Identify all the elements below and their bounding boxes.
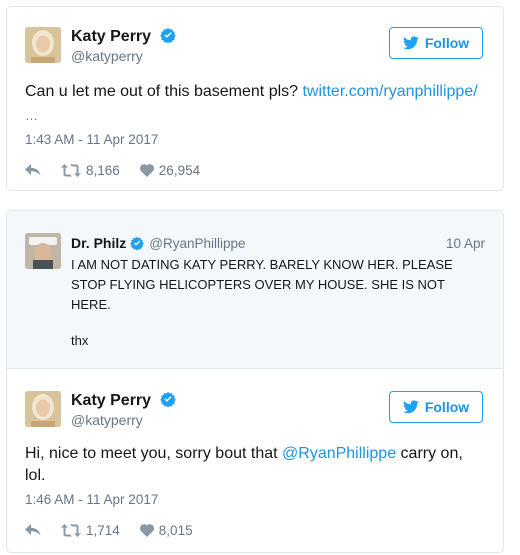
reply-icon: [25, 524, 41, 536]
reply-button[interactable]: [25, 524, 41, 536]
avatar-image: [25, 27, 61, 63]
twitter-bird-icon: [402, 36, 419, 50]
user-info: Katy Perry @katyperry: [71, 27, 176, 64]
tweet-header: Katy Perry @katyperry Follow: [25, 389, 485, 429]
quoted-display-name[interactable]: Dr. Philz: [71, 235, 126, 251]
tweet-header: Katy Perry @katyperry Follow: [25, 25, 485, 65]
verified-badge-icon: [159, 28, 176, 43]
tweet-text-body: Can u let me out of this basement pls?: [25, 83, 303, 100]
follow-button[interactable]: Follow: [389, 391, 483, 423]
quoted-signoff: thx: [71, 333, 89, 348]
display-name[interactable]: Katy Perry: [71, 28, 151, 45]
like-button[interactable]: 26,954: [139, 162, 201, 178]
mention-link[interactable]: @RyanPhillippe: [282, 445, 396, 462]
avatar-image: [25, 391, 61, 427]
tweet-actions: 1,714 8,015: [25, 520, 213, 540]
tweet-actions: 8,166 26,954: [25, 160, 220, 180]
user-info: Katy Perry @katyperry: [71, 391, 176, 428]
tweet-text: Can u let me out of this basement pls? t…: [25, 81, 487, 103]
verified-badge-icon: [159, 392, 176, 407]
tweet-text-body: Hi, nice to meet you, sorry bout that: [25, 445, 283, 462]
retweet-button[interactable]: 8,166: [61, 163, 120, 178]
quoted-user-info: Dr. Philz @RyanPhillippe: [71, 235, 246, 251]
avatar[interactable]: [25, 27, 61, 63]
like-count: 8,015: [158, 522, 193, 538]
twitter-bird-icon: [402, 400, 419, 414]
retweet-icon: [61, 163, 81, 177]
user-handle[interactable]: @katyperry: [71, 412, 176, 428]
follow-button[interactable]: Follow: [389, 27, 483, 59]
verified-badge-icon: [130, 236, 145, 250]
reply-icon: [25, 164, 41, 176]
quoted-avatar-image: [25, 233, 61, 269]
retweet-button[interactable]: 1,714: [61, 523, 120, 538]
retweet-count: 1,714: [86, 522, 120, 538]
retweet-count: 8,166: [86, 162, 120, 178]
heart-icon: [139, 163, 154, 177]
like-button[interactable]: 8,015: [139, 522, 193, 538]
tweet-link[interactable]: twitter.com/ryanphillippe/: [302, 83, 477, 100]
display-name[interactable]: Katy Perry: [71, 392, 151, 409]
quoted-handle[interactable]: @RyanPhillippe: [149, 236, 245, 251]
like-count: 26,954: [158, 162, 201, 178]
user-handle[interactable]: @katyperry: [71, 48, 176, 64]
reply-button[interactable]: [25, 164, 41, 176]
quoted-avatar[interactable]: [25, 233, 61, 269]
retweet-icon: [61, 523, 81, 537]
follow-label: Follow: [424, 399, 470, 415]
heart-icon: [139, 523, 154, 537]
tweet-card-2: Dr. Philz @RyanPhillippe 10 Apr I AM NOT…: [6, 210, 504, 553]
tweet-text: Hi, nice to meet you, sorry bout that @R…: [25, 443, 487, 487]
tweet-timestamp[interactable]: 1:46 AM - 11 Apr 2017: [25, 492, 158, 507]
tweet-card-1: Katy Perry @katyperry Follow Can u let m…: [6, 6, 504, 191]
quoted-tweet[interactable]: Dr. Philz @RyanPhillippe 10 Apr I AM NOT…: [7, 211, 503, 369]
link-ellipsis: …: [25, 108, 38, 123]
tweet-timestamp[interactable]: 1:43 AM - 11 Apr 2017: [25, 132, 158, 147]
avatar[interactable]: [25, 391, 61, 427]
quoted-text: I AM NOT DATING KATY PERRY. BARELY KNOW …: [71, 257, 453, 312]
follow-label: Follow: [424, 35, 470, 51]
quoted-date: 10 Apr: [445, 236, 485, 251]
